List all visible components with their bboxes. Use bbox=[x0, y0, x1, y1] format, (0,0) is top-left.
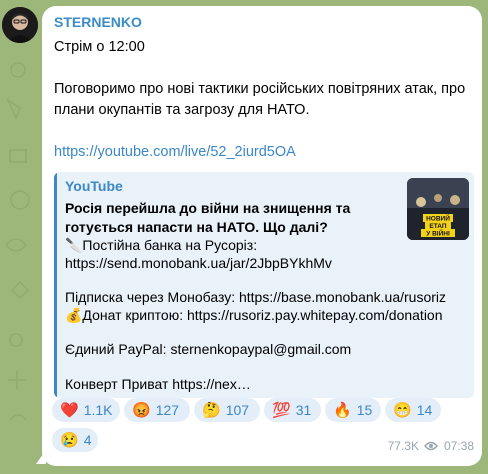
message-bubble: STERNENKO Стрім о 12:00 Поговоримо про н… bbox=[42, 6, 482, 466]
reaction-angry[interactable]: 😡 127 bbox=[124, 398, 190, 422]
reaction-count: 31 bbox=[295, 402, 312, 418]
desc-line: Підписка через Монобазу: https://base.mo… bbox=[65, 289, 447, 305]
desc-line: Конверт Приват https://nex… bbox=[65, 375, 251, 392]
reaction-grin[interactable]: 😁 14 bbox=[385, 398, 441, 422]
preview-description: 🔪Постійна банка на Русоріз: https://send… bbox=[65, 237, 469, 393]
reaction-count: 15 bbox=[356, 402, 373, 418]
reaction-heart[interactable]: ❤️ 1.1K bbox=[52, 398, 120, 422]
reaction-count: 1.1K bbox=[83, 402, 113, 418]
reaction-fire[interactable]: 🔥 15 bbox=[325, 398, 381, 422]
crying-face-icon: 😢 bbox=[60, 431, 79, 449]
reaction-count: 127 bbox=[155, 402, 180, 418]
desc-line: Єдиний PayPal: sternenkopaypal@gmail.com bbox=[65, 341, 352, 357]
angry-face-icon: 😡 bbox=[132, 401, 151, 419]
view-count: 77.3K bbox=[387, 439, 419, 453]
youtube-link[interactable]: https://youtube.com/live/52_2iurd5OA bbox=[54, 142, 474, 163]
reaction-count: 14 bbox=[416, 402, 433, 418]
thinking-face-icon: 🤔 bbox=[202, 401, 221, 419]
preview-accent-bar bbox=[54, 172, 57, 398]
message-time: 07:38 bbox=[443, 439, 474, 453]
hundred-points-icon: 💯 bbox=[272, 401, 291, 419]
reaction-count: 4 bbox=[83, 432, 92, 448]
eye-icon bbox=[424, 441, 438, 451]
preview-thumbnail[interactable]: НОВИЙ ЕТАП У ВІЙНІ bbox=[407, 178, 469, 240]
channel-name[interactable]: STERNENKO bbox=[54, 14, 142, 30]
desc-line: 🔪Постійна банка на Русоріз: bbox=[65, 237, 258, 253]
heart-icon: ❤️ bbox=[60, 401, 79, 419]
preview-title: Росія перейшла до війни на знищення та г… bbox=[65, 200, 351, 235]
grinning-face-icon: 😁 bbox=[393, 401, 412, 419]
desc-line: 💰Донат криптою: https://rusoriz.pay.whit… bbox=[65, 306, 443, 323]
reaction-count: 107 bbox=[225, 402, 250, 418]
message-meta: 77.3K 07:38 bbox=[388, 439, 474, 453]
thumb-text: У ВІЙНІ bbox=[426, 229, 450, 238]
fire-icon: 🔥 bbox=[333, 401, 352, 419]
channel-avatar[interactable] bbox=[2, 7, 38, 43]
reaction-cry[interactable]: 😢 4 bbox=[52, 428, 98, 452]
desc-line: https://send.monobank.ua/jar/2JbpBYkhMv bbox=[65, 254, 332, 271]
reaction-thinking[interactable]: 🤔 107 bbox=[194, 398, 260, 422]
reaction-hundred[interactable]: 💯 31 bbox=[264, 398, 321, 422]
link-preview[interactable]: YouTube Росія перейшла до війни на знище… bbox=[54, 172, 474, 398]
thumb-text: НОВИЙ bbox=[426, 214, 450, 223]
thumb-text: ЕТАП bbox=[429, 223, 447, 230]
message-body: Поговоримо про нові тактики російських п… bbox=[54, 81, 466, 118]
preview-site-name: YouTube bbox=[65, 178, 123, 194]
message-line-stream: Стрім о 12:00 bbox=[54, 39, 145, 55]
